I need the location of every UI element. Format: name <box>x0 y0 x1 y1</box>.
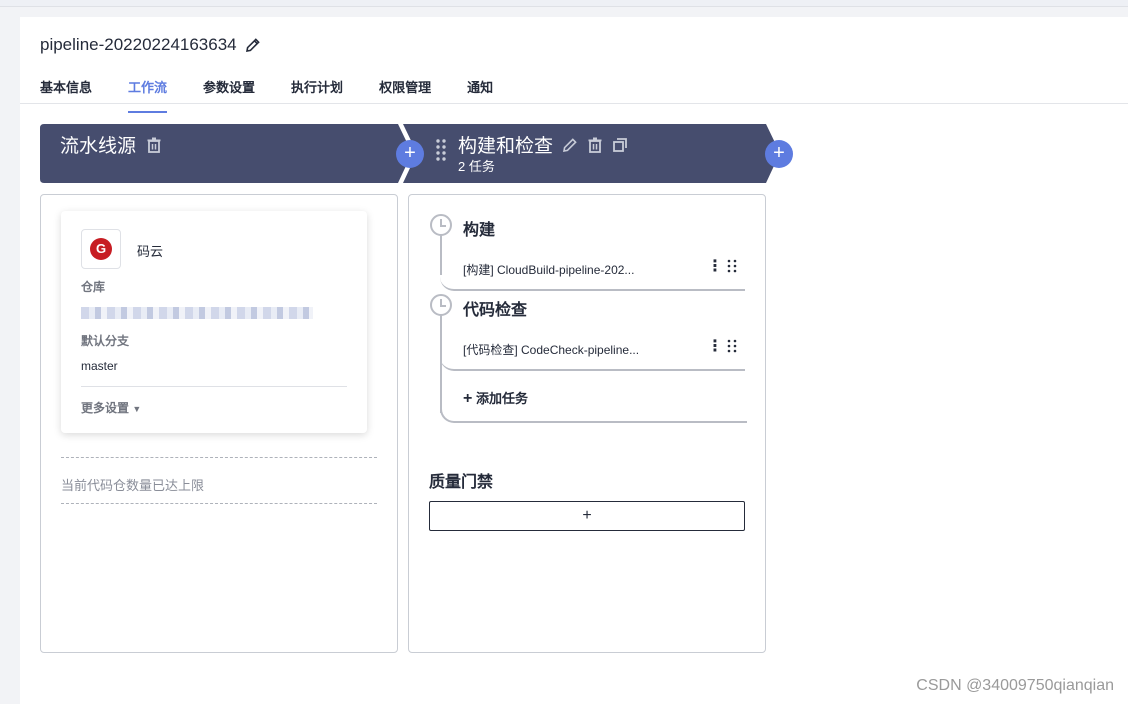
tab-bar: 基本信息 工作流 参数设置 执行计划 权限管理 通知 <box>40 77 529 113</box>
task-cloudbuild[interactable]: [构建] CloudBuild-pipeline-202... <box>463 261 634 278</box>
caret-down-icon: ▼ <box>132 404 142 414</box>
add-task-button[interactable]: + 添加任务 <box>463 388 528 408</box>
source-name: 码云 <box>137 244 164 259</box>
clock-icon <box>430 214 452 236</box>
source-card[interactable]: G 码云 仓库 默认分支 master 更多设置 ▼ <box>61 211 367 433</box>
tab-workflow[interactable]: 工作流 <box>128 77 168 113</box>
stage-source-title: 流水线源 <box>60 136 137 157</box>
copy-icon[interactable] <box>612 137 628 153</box>
stage-build-title: 构建和检查 <box>458 136 554 157</box>
tab-notifications[interactable]: 通知 <box>467 77 493 104</box>
repo-label: 仓库 <box>81 280 106 294</box>
gitee-logo-box: G <box>81 229 121 269</box>
tab-divider <box>20 103 1128 104</box>
tab-permissions[interactable]: 权限管理 <box>379 77 431 104</box>
gitee-logo-icon: G <box>90 238 112 260</box>
source-column: G 码云 仓库 默认分支 master 更多设置 ▼ 当前代码仓数量已达上限 <box>40 194 398 653</box>
tab-basic-info[interactable]: 基本信息 <box>40 77 92 104</box>
task-drag-handle-icon[interactable] <box>727 339 737 353</box>
trash-icon[interactable] <box>146 137 162 153</box>
title-row: pipeline-20220224163634 <box>40 35 261 55</box>
task-more-icon[interactable]: ⋮ <box>707 336 723 356</box>
watermark: CSDN @34009750qianqian <box>916 677 1114 694</box>
clock-icon <box>430 294 452 316</box>
pipeline-title: pipeline-20220224163634 <box>40 35 237 54</box>
stage-source-title-row: 流水线源 <box>60 131 162 158</box>
job-title-build: 构建 <box>463 222 496 239</box>
pencil-icon[interactable] <box>245 37 261 53</box>
branch-label: 默认分支 <box>81 334 130 348</box>
stage-drag-handle-icon[interactable] <box>436 139 446 161</box>
quality-gate-title: 质量门禁 <box>429 474 494 491</box>
more-settings-toggle[interactable]: 更多设置 ▼ <box>81 399 141 416</box>
add-quality-gate-button[interactable]: + <box>429 501 745 531</box>
repo-value-redacted <box>81 307 313 319</box>
pencil-icon[interactable] <box>562 137 578 153</box>
task-more-icon[interactable]: ⋮ <box>707 256 723 276</box>
repo-limit-text: 当前代码仓数量已达上限 <box>61 478 205 493</box>
stage-build-title-row: 构建和检查 <box>458 131 628 158</box>
more-settings-label: 更多设置 <box>81 401 130 415</box>
task-drag-handle-icon[interactable] <box>727 259 737 273</box>
trash-icon[interactable] <box>587 137 603 153</box>
card-divider <box>81 386 347 387</box>
tab-parameters[interactable]: 参数设置 <box>203 77 255 104</box>
add-task-label: 添加任务 <box>475 391 528 406</box>
job-title-codecheck: 代码检查 <box>463 302 528 319</box>
build-column: 构建 [构建] CloudBuild-pipeline-202... ⋮ 代码检… <box>408 194 766 653</box>
add-stage-end-button[interactable]: + <box>765 140 793 168</box>
branch-value: master <box>81 359 118 373</box>
dashed-divider-bottom <box>61 503 377 504</box>
plus-icon: + <box>463 390 473 407</box>
stage-build-task-count: 2 任务 <box>458 159 495 174</box>
top-strip <box>0 0 1128 7</box>
add-stage-button[interactable]: + <box>396 140 424 168</box>
dashed-divider-top <box>61 457 377 458</box>
pipeline-panel: pipeline-20220224163634 基本信息 工作流 参数设置 执行… <box>20 17 1128 704</box>
task-codecheck[interactable]: [代码检查] CodeCheck-pipeline... <box>463 341 639 358</box>
tab-schedule[interactable]: 执行计划 <box>291 77 343 104</box>
